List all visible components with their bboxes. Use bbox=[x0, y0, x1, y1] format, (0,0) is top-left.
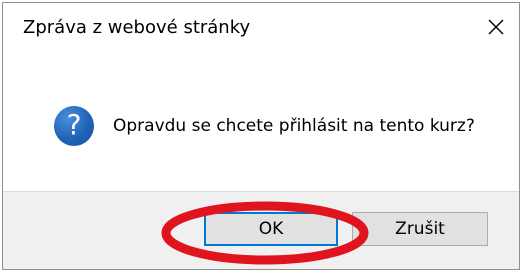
dialog-message: Opravdu se chcete přihlásit na tento kur… bbox=[113, 116, 475, 136]
dialog-title: Zpráva z webové stránky bbox=[23, 17, 251, 38]
question-glyph: ? bbox=[66, 108, 82, 141]
cancel-button[interactable]: Zrušit bbox=[352, 212, 488, 246]
ok-button[interactable]: OK bbox=[204, 212, 338, 246]
dialog-titlebar[interactable]: Zpráva z webové stránky bbox=[3, 3, 519, 51]
close-icon bbox=[488, 19, 504, 35]
question-icon: ? bbox=[54, 106, 94, 146]
close-button[interactable] bbox=[473, 3, 519, 51]
